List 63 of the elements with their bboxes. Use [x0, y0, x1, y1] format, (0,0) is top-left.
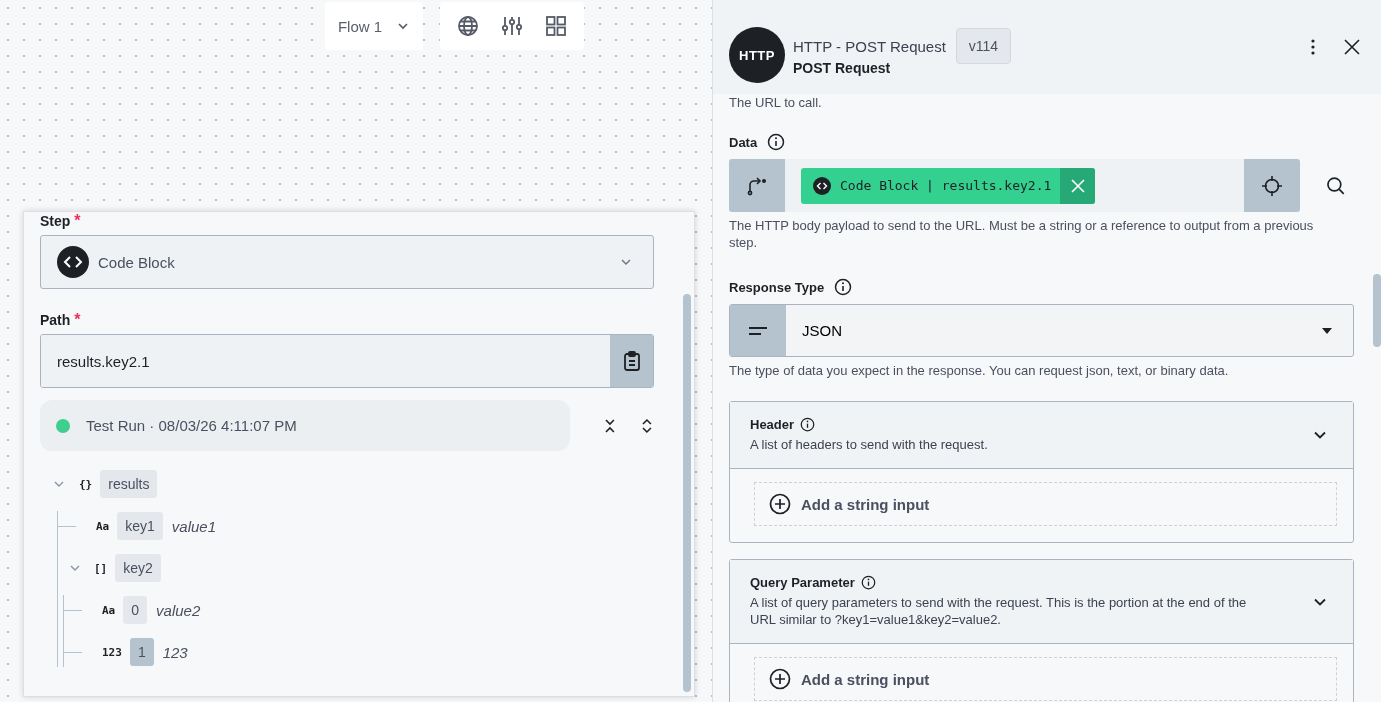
info-icon[interactable] — [767, 133, 786, 151]
search-icon[interactable] — [1326, 175, 1346, 196]
field-label: Data — [729, 134, 758, 150]
globe-icon[interactable] — [457, 15, 479, 37]
help-text: The URL to call. — [729, 94, 823, 111]
caret-icon — [1321, 326, 1333, 335]
lines-icon — [748, 325, 768, 336]
test-run-label: Test Run · 08/03/26 4:11:07 PM — [86, 417, 297, 434]
expand-icon[interactable] — [640, 417, 654, 434]
type-icon: [] — [94, 561, 108, 575]
type-icon: Aa — [102, 603, 116, 617]
key-chip[interactable]: 1 — [129, 638, 154, 666]
section-title: Header — [750, 417, 795, 432]
value-text: value2 — [156, 601, 201, 619]
branch-icon — [746, 175, 768, 196]
panel-subtitle: POST Request — [793, 60, 892, 76]
code-icon — [57, 246, 89, 278]
target-button[interactable] — [1244, 159, 1301, 212]
required-mark: * — [74, 212, 81, 230]
reference-chip[interactable]: Code Block | results.key2.1 — [801, 167, 1096, 204]
key-chip[interactable]: results — [100, 470, 158, 498]
close-icon[interactable] — [1344, 39, 1360, 55]
field-label: Path — [40, 311, 71, 329]
branch-button[interactable] — [729, 159, 785, 212]
key-chip[interactable]: key1 — [117, 512, 163, 540]
remove-icon[interactable] — [1070, 178, 1085, 193]
type-icon: {} — [79, 477, 93, 491]
type-icon: Aa — [96, 519, 110, 533]
panel-title: HTTP - POST Request — [793, 37, 946, 55]
http-logo: HTTP — [729, 27, 785, 83]
key-chip[interactable]: key2 — [115, 554, 161, 582]
info-icon[interactable] — [860, 575, 876, 590]
section-title: Query Parameter — [750, 575, 855, 590]
sliders-icon[interactable] — [501, 15, 523, 37]
add-string-input-button[interactable]: Add a string input — [754, 657, 1337, 701]
scrollbar[interactable] — [1373, 274, 1381, 347]
field-label: Step — [40, 212, 71, 230]
flow-selector[interactable]: Flow 1 — [325, 2, 423, 50]
plus-circle-icon — [769, 493, 791, 515]
info-icon[interactable] — [800, 417, 816, 432]
key-chip[interactable]: 0 — [123, 596, 148, 624]
field-label: Response Type — [729, 279, 825, 295]
grid-icon[interactable] — [545, 15, 567, 37]
info-icon[interactable] — [834, 278, 853, 296]
more-icon[interactable] — [1310, 38, 1316, 56]
section-description: A list of query parameters to send with the request. This is the portion at the end of the URL similar to ?key1=value1&key2=value2. — [750, 594, 1248, 628]
crosshair-icon — [1261, 174, 1284, 197]
step-select[interactable]: Code Block — [40, 235, 654, 289]
help-text: The type of data you expect in the response. You can request json, text, or binary data. — [729, 362, 1230, 379]
test-run-bar[interactable]: Test Run · 08/03/26 4:11:07 PM — [40, 400, 571, 451]
value-text: 123 — [162, 643, 188, 661]
code-icon — [813, 176, 831, 195]
response-type-select[interactable]: JSON — [729, 304, 1354, 357]
plus-circle-icon — [769, 668, 791, 690]
scrollbar[interactable] — [683, 294, 691, 692]
value-text: value1 — [171, 517, 217, 535]
add-string-input-button[interactable]: Add a string input — [754, 482, 1337, 526]
type-icon: 123 — [102, 645, 122, 659]
version-badge: v114 — [955, 28, 1012, 64]
section-description: A list of headers to send with the request. — [750, 436, 989, 453]
help-text: The HTTP body payload to send to the URL. Must be a string or a reference to output from a previous step. — [729, 217, 1315, 251]
data-field[interactable]: Code Block | results.key2.1 — [729, 159, 1301, 212]
required-mark: * — [74, 311, 81, 329]
